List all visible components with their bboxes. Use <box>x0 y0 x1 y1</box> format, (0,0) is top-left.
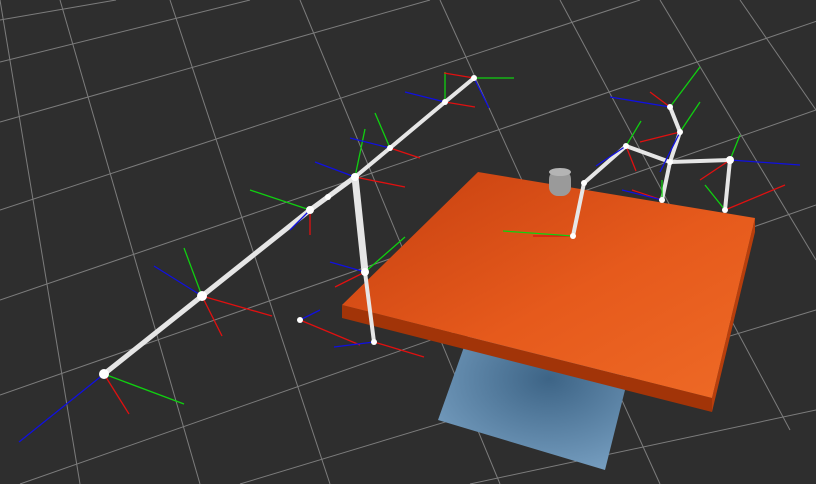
robot-joint[interactable] <box>442 99 448 105</box>
x-axis-line <box>334 271 366 288</box>
robot-link <box>582 144 628 185</box>
robot-link <box>307 174 358 213</box>
robot-joint[interactable] <box>570 233 576 239</box>
robot-link <box>624 144 672 164</box>
x-axis-line <box>444 101 476 108</box>
robot-joint[interactable] <box>726 156 734 164</box>
robot-link <box>668 105 682 134</box>
y-axis-line <box>625 120 642 147</box>
robot-link <box>199 207 313 299</box>
robot-link <box>351 173 369 276</box>
robot-joint[interactable] <box>667 159 673 165</box>
y-axis-line <box>103 373 185 405</box>
robot-link <box>443 76 476 104</box>
gripper[interactable] <box>549 168 571 196</box>
robot-joint[interactable] <box>581 180 587 186</box>
robot-joint[interactable] <box>306 206 314 214</box>
y-axis-line <box>679 101 701 133</box>
x-axis-line <box>443 72 475 79</box>
x-axis-line <box>201 295 273 317</box>
robot-joint[interactable] <box>325 194 331 200</box>
robot-joint[interactable] <box>471 75 477 81</box>
x-axis-line <box>103 373 130 415</box>
x-axis-line <box>354 176 406 188</box>
robot-joint[interactable] <box>659 197 665 203</box>
x-axis-line <box>201 295 223 337</box>
z-axis-line <box>329 261 366 273</box>
grid-line <box>0 0 117 21</box>
y-axis-line <box>374 112 391 149</box>
z-axis-line <box>595 145 627 167</box>
x-axis-line <box>373 341 425 358</box>
robot-joint[interactable] <box>722 207 728 213</box>
z-axis-line <box>404 91 446 103</box>
robot-link <box>388 100 447 150</box>
grid-line <box>169 0 331 484</box>
z-axis-line <box>289 209 311 231</box>
z-axis-line <box>473 77 490 109</box>
3d-viewport[interactable] <box>0 0 816 484</box>
x-axis-line <box>724 184 786 211</box>
z-axis-line <box>609 96 671 108</box>
robot-link <box>101 293 205 377</box>
robot-link <box>668 158 732 164</box>
x-axis-line <box>639 131 681 143</box>
gripper-cap <box>549 168 571 176</box>
grid-line <box>0 0 251 63</box>
y-axis-line <box>249 189 311 211</box>
z-axis-line <box>729 159 801 166</box>
robot-joint[interactable] <box>361 268 369 276</box>
y-axis-line <box>669 66 701 108</box>
robot-joint[interactable] <box>667 104 673 110</box>
z-axis-line <box>349 137 391 149</box>
robot-link <box>723 158 732 212</box>
x-axis-line <box>699 159 731 181</box>
x-axis-line <box>389 147 421 159</box>
scene-canvas[interactable] <box>0 0 816 484</box>
robot-joint[interactable] <box>371 339 377 345</box>
y-axis-line <box>704 184 726 211</box>
robot-joint[interactable] <box>623 143 629 149</box>
robot-joint[interactable] <box>197 291 207 301</box>
y-axis-line <box>183 247 203 297</box>
robot-joint[interactable] <box>99 369 109 379</box>
grid-line <box>0 0 81 484</box>
robot-joint[interactable] <box>387 145 393 151</box>
z-axis-line <box>314 161 356 178</box>
robot-joint[interactable] <box>351 173 359 181</box>
robot-joint[interactable] <box>677 129 683 135</box>
grid-line <box>739 0 816 111</box>
z-axis-line <box>153 265 203 297</box>
robot-link <box>660 160 672 202</box>
grid-line <box>0 0 431 123</box>
robot-joint[interactable] <box>297 317 303 323</box>
grid-line <box>59 0 201 484</box>
x-axis-line <box>299 319 361 346</box>
z-axis-line <box>299 309 321 321</box>
